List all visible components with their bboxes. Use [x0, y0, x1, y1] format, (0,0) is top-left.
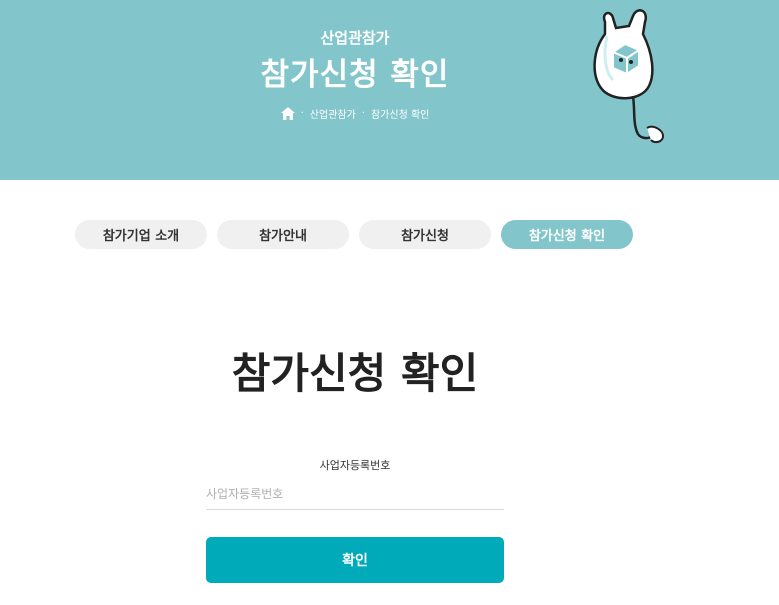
business-number-label: 사업자등록번호 — [319, 459, 391, 472]
tab-participation-guide[interactable]: 참가안내 — [217, 220, 349, 249]
business-number-input[interactable] — [206, 478, 504, 510]
breadcrumb-item-category[interactable]: 산업관참가 — [310, 106, 356, 121]
breadcrumb-separator: · — [361, 108, 365, 119]
hero-banner: 산업관참가 참가신청 확인 · 산업관참가 · 참가신청 확인 — [0, 0, 779, 180]
breadcrumb-separator: · — [300, 108, 304, 119]
tab-application-confirm[interactable]: 참가신청 확인 — [501, 220, 633, 249]
confirm-button[interactable]: 확인 — [206, 537, 504, 583]
section-tabs: 참가기업 소개 참가안내 참가신청 참가신청 확인 — [75, 220, 633, 249]
tab-application[interactable]: 참가신청 — [359, 220, 491, 249]
page-title: 참가신청 확인 — [231, 349, 479, 398]
breadcrumb-item-current: 참가신청 확인 — [370, 110, 430, 121]
home-icon[interactable] — [280, 107, 295, 120]
mascot-bag-icon — [593, 9, 665, 144]
tab-company-intro[interactable]: 참가기업 소개 — [75, 220, 207, 249]
